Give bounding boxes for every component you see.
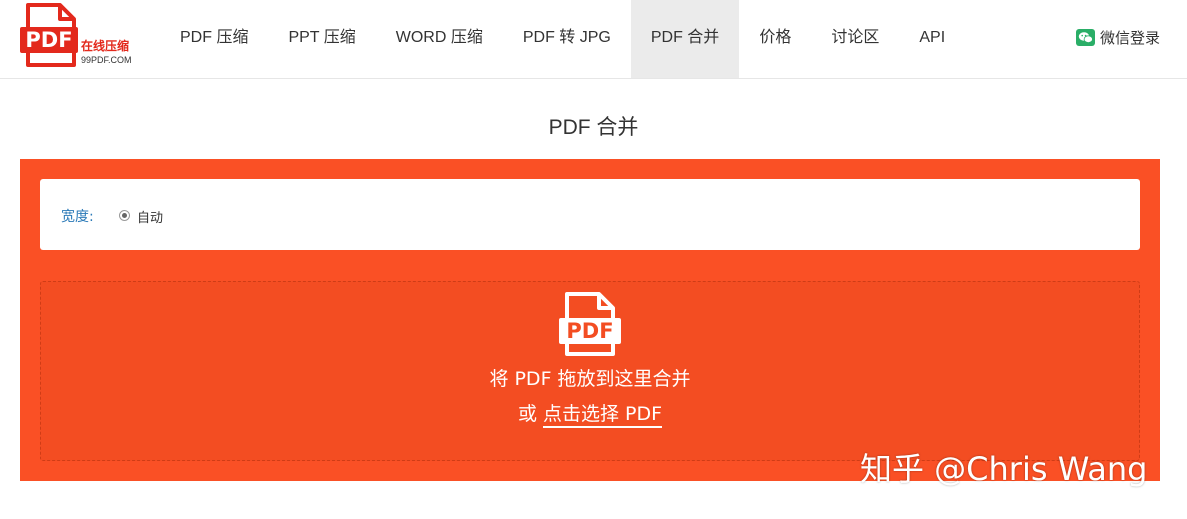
nav-api[interactable]: API	[899, 0, 965, 78]
file-dropzone[interactable]: PDF 将 PDF 拖放到这里合并 或 点击选择 PDF	[40, 281, 1140, 461]
main-nav: PDF 压缩 PPT 压缩 WORD 压缩 PDF 转 JPG PDF 合并 价…	[160, 0, 965, 78]
wechat-login-button[interactable]: 微信登录	[1075, 27, 1160, 48]
nav-forum[interactable]: 讨论区	[811, 0, 899, 78]
width-label: 宽度:	[61, 209, 94, 225]
pdf-icon-text: PDF	[566, 319, 613, 343]
zhihu-watermark: 知乎 @Chris Wang	[860, 450, 1148, 488]
nav-pdf-compress[interactable]: PDF 压缩	[160, 0, 268, 78]
select-pdf-link[interactable]: 点击选择 PDF	[543, 403, 663, 428]
nav-ppt-compress[interactable]: PPT 压缩	[268, 0, 375, 78]
page-title: PDF 合并	[548, 116, 639, 139]
site-logo[interactable]: PDF 在线压缩 99PDF.COM	[20, 3, 150, 71]
top-header: PDF 在线压缩 99PDF.COM PDF 压缩 PPT 压缩 WORD 压缩…	[0, 0, 1187, 79]
merge-panel: 宽度: 自动 PDF 将 PDF 拖放到这里合并 或 点击选择 PDF	[20, 159, 1160, 481]
options-box: 宽度: 自动	[40, 179, 1140, 250]
logo-badge: PDF	[20, 27, 78, 53]
logo-tagline: 在线压缩	[81, 39, 130, 53]
nav-pricing[interactable]: 价格	[739, 0, 811, 78]
pdf-file-icon: PDF	[559, 292, 621, 356]
nav-pdf-to-jpg[interactable]: PDF 转 JPG	[503, 0, 631, 78]
logo-domain: 99PDF.COM	[81, 55, 132, 65]
nav-pdf-merge[interactable]: PDF 合并	[630, 0, 740, 78]
or-text: 或	[517, 403, 537, 425]
nav-word-compress[interactable]: WORD 压缩	[376, 0, 503, 78]
wechat-icon	[1075, 29, 1095, 46]
wechat-login-label: 微信登录	[1099, 29, 1160, 47]
width-auto-radio[interactable]	[119, 210, 130, 221]
drop-instruction: 将 PDF 拖放到这里合并	[489, 368, 691, 390]
width-auto-label[interactable]: 自动	[137, 207, 163, 226]
drop-alternative: 或 点击选择 PDF	[41, 399, 1139, 428]
